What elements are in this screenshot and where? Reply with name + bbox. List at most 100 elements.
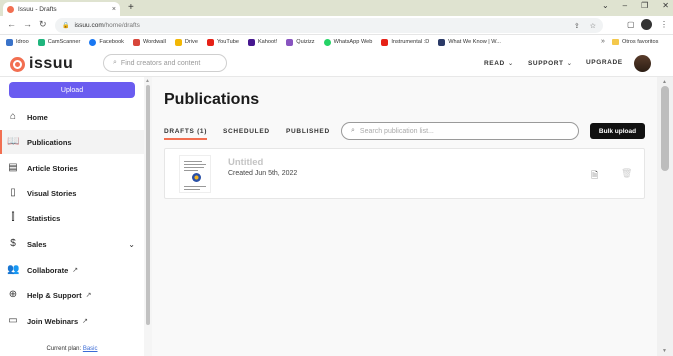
bar-chart-icon: ⫿: [11, 212, 15, 223]
bookmark-item[interactable]: Facebook: [89, 38, 124, 46]
bookmark-item[interactable]: Instrumental :D: [381, 38, 429, 46]
edit-document-icon[interactable]: 🗎: [591, 168, 598, 184]
publication-card[interactable]: Untitled Created Jun 5th, 2022 🗎 🗑: [164, 148, 645, 199]
bookmark-item[interactable]: What We Know | W...: [438, 38, 501, 46]
scroll-up-icon[interactable]: ▲: [662, 79, 667, 85]
issuu-logo[interactable]: issuu: [10, 55, 73, 73]
plan-link[interactable]: Basic: [83, 346, 98, 352]
search-icon: ⌕: [113, 59, 117, 66]
publication-title[interactable]: Untitled: [228, 157, 263, 168]
share-icon[interactable]: ⇪: [574, 22, 580, 30]
visual-stories-icon: ▯: [10, 187, 16, 198]
user-avatar[interactable]: [634, 55, 651, 72]
sidebar-item-article-stories[interactable]: ▤ Article Stories: [0, 156, 144, 180]
bookmark-item[interactable]: WhatsApp Web: [323, 38, 372, 46]
nav-upgrade-label: UPGRADE: [586, 59, 623, 66]
browser-profile-avatar[interactable]: [641, 19, 652, 30]
chevron-down-icon[interactable]: ⌄: [128, 240, 135, 249]
bookmark-item[interactable]: Quizizz: [286, 38, 315, 46]
side-panel-icon[interactable]: ▢: [627, 20, 635, 29]
bookmark-label: Idroo: [16, 39, 29, 45]
bookmark-star-icon[interactable]: ☆: [590, 22, 596, 30]
current-plan: Current plan: Basic: [0, 346, 144, 352]
sidebar-item-label: Home: [27, 112, 48, 122]
window-controls: ⌄ – ❐ ✕: [602, 1, 669, 10]
bookmark-label: Kahoot!: [257, 39, 278, 45]
sidebar-item-sales[interactable]: $ Sales ⌄: [0, 232, 144, 256]
tab-search-icon[interactable]: ⌄: [602, 1, 609, 10]
bookmark-icon: [381, 38, 389, 46]
bookmark-icon: [206, 38, 214, 46]
book-icon: 📖: [7, 136, 20, 147]
browser-menu-icon[interactable]: ⋮: [660, 20, 668, 29]
minimize-button[interactable]: –: [623, 1, 627, 10]
maximize-button[interactable]: ❐: [641, 1, 648, 10]
sidebar-item-label: Statistics: [27, 213, 61, 223]
scroll-down-icon[interactable]: ▼: [662, 348, 667, 354]
sidebar-item-collaborate[interactable]: 👥 Collaborate ↗: [0, 258, 144, 282]
sidebar-item-help-support[interactable]: ⊕ Help & Support ↗: [0, 283, 144, 307]
forward-icon[interactable]: →: [23, 19, 32, 29]
bookmarks-bar: Idroo CamScanner Facebook Wordwall Drive…: [0, 35, 673, 49]
publication-thumbnail[interactable]: [179, 155, 211, 193]
dollar-icon: $: [10, 238, 16, 249]
address-bar[interactable]: 🔒 issuu.com /home/drafts ⇪ ☆: [55, 18, 603, 33]
sidebar-item-home[interactable]: ⌂ Home: [0, 105, 144, 129]
bookmark-icon: [323, 38, 331, 46]
tab-scheduled[interactable]: SCHEDULED: [223, 128, 270, 135]
issuu-logo-icon: [10, 56, 25, 72]
other-bookmarks[interactable]: Otros favoritos: [612, 35, 658, 49]
bookmark-item[interactable]: Idroo: [6, 38, 29, 46]
thumbnail-text-line: [184, 186, 206, 187]
sidebar-scrollbar[interactable]: ▲: [144, 77, 152, 356]
sidebar-item-label: Sales: [27, 239, 47, 249]
bookmark-item[interactable]: Wordwall: [132, 38, 166, 46]
trash-icon[interactable]: 🗑: [621, 168, 632, 179]
main-scrollbar[interactable]: ▲ ▼: [657, 77, 673, 356]
chevron-down-icon: ⌄: [507, 60, 514, 67]
tab-close-icon[interactable]: ×: [112, 6, 116, 13]
main-scroll-thumb[interactable]: [661, 86, 669, 171]
scroll-up-icon[interactable]: ▲: [145, 78, 150, 84]
browser-tab[interactable]: Issuu - Drafts ×: [3, 2, 120, 16]
sidebar-scroll-thumb[interactable]: [146, 85, 150, 325]
sidebar-item-label: Article Stories: [27, 163, 78, 173]
sidebar-item-statistics[interactable]: ⫿ Statistics: [0, 206, 144, 230]
nav-support[interactable]: SUPPORT ⌄: [528, 59, 573, 67]
bookmark-item[interactable]: YouTube: [206, 38, 239, 46]
back-icon[interactable]: ←: [7, 19, 16, 29]
nav-read[interactable]: READ ⌄: [484, 59, 514, 67]
global-search-input[interactable]: ⌕ Find creators and content: [103, 54, 227, 72]
external-link-icon: ↗: [85, 292, 92, 299]
url-host: issuu.com: [74, 22, 104, 29]
nav-upgrade[interactable]: UPGRADE: [586, 59, 623, 66]
main-content: Publications DRAFTS (1) SCHEDULED PUBLIS…: [152, 77, 657, 356]
other-bookmarks-label: Otros favoritos: [622, 39, 659, 45]
tab-published[interactable]: PUBLISHED: [286, 128, 330, 135]
publication-created-date: Created Jun 5th, 2022: [228, 170, 298, 177]
tab-drafts[interactable]: DRAFTS (1): [164, 128, 208, 140]
external-link-icon: ↗: [82, 318, 88, 325]
thumbnail-text-line: [184, 170, 198, 171]
bulk-upload-button[interactable]: Bulk upload: [590, 123, 645, 139]
upload-button[interactable]: Upload: [9, 82, 135, 98]
close-window-button[interactable]: ✕: [662, 1, 669, 10]
publication-search-input[interactable]: ⌕ Search publication list...: [341, 122, 579, 140]
bookmark-item[interactable]: Drive: [174, 38, 198, 46]
bookmark-icon: [6, 38, 13, 46]
reload-icon[interactable]: ↻: [39, 19, 47, 30]
publication-search-placeholder: Search publication list...: [359, 127, 434, 135]
sidebar-item-join-webinars[interactable]: ▭ Join Webinars ↗: [0, 309, 144, 333]
chevron-down-icon: ⌄: [566, 60, 573, 67]
sidebar-item-publications[interactable]: 📖 Publications: [0, 130, 144, 154]
more-bookmarks-icon[interactable]: »: [601, 38, 605, 45]
new-tab-button[interactable]: +: [128, 2, 134, 14]
bookmark-item[interactable]: Kahoot!: [247, 38, 278, 46]
browser-tabstrip: Issuu - Drafts × + ⌄ – ❐ ✕: [0, 0, 673, 16]
thumbnail-text-line: [184, 189, 200, 190]
bookmark-item[interactable]: CamScanner: [37, 38, 80, 46]
bookmark-label: Quizizz: [296, 39, 315, 45]
people-icon: 👥: [7, 264, 20, 275]
sidebar-item-visual-stories[interactable]: ▯ Visual Stories: [0, 181, 144, 205]
thumbnail-text-line: [184, 167, 204, 168]
